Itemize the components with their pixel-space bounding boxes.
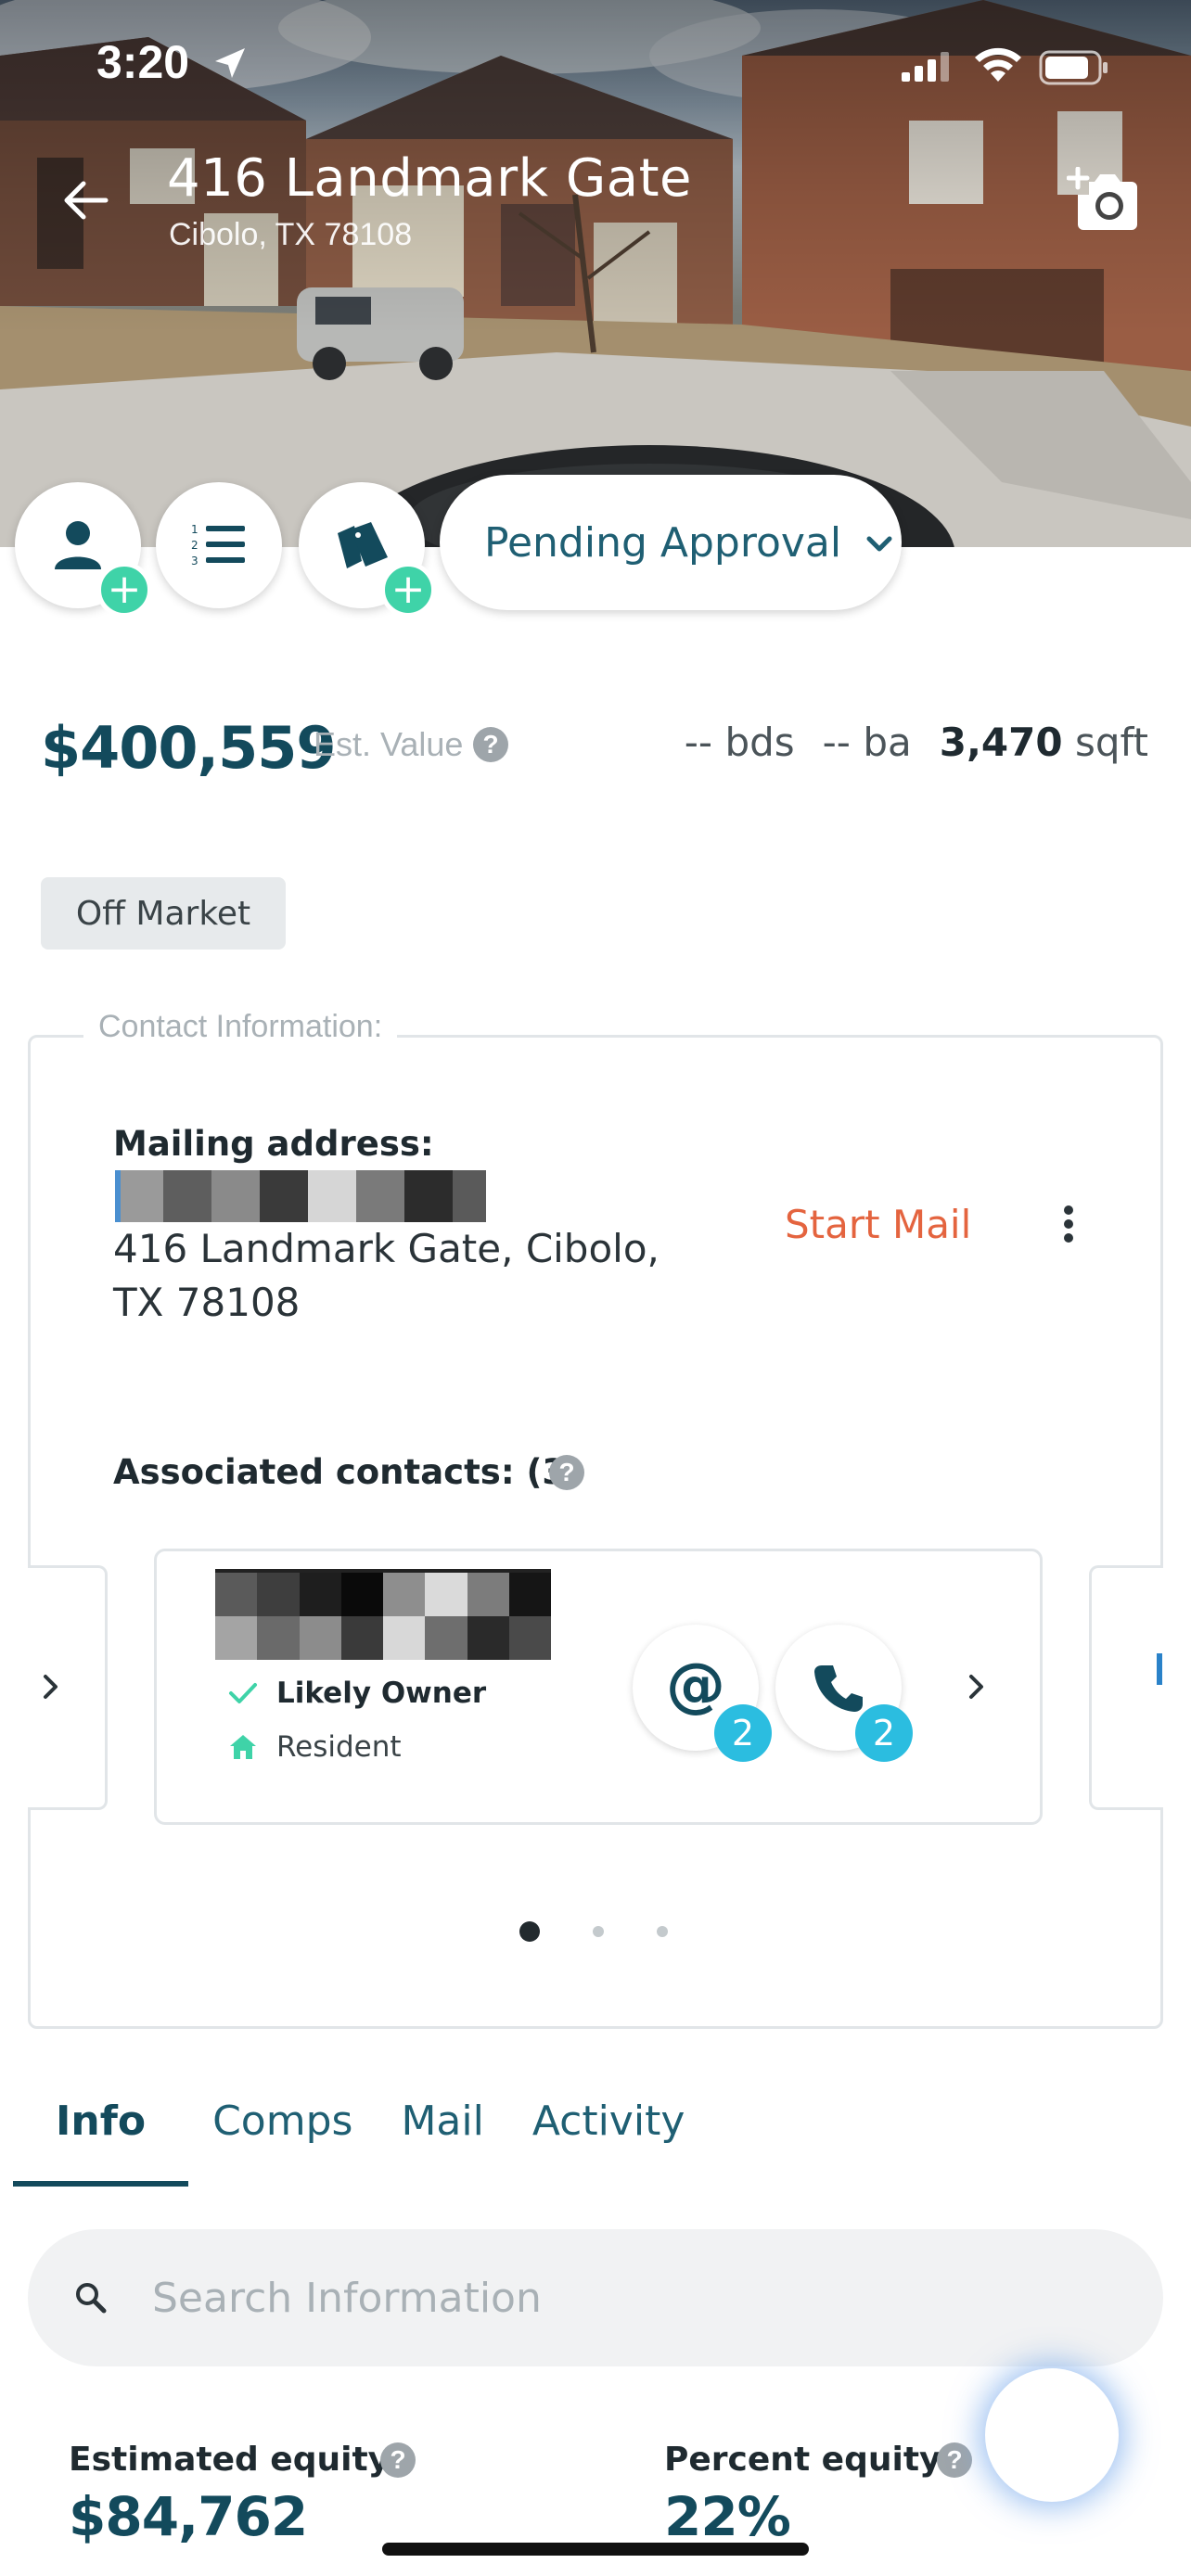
likely-owner-tag: Likely Owner: [228, 1677, 486, 1710]
numbered-list-icon: 1 2 3: [191, 523, 245, 567]
detail-tabs: Info Comps Mail Activity: [13, 2098, 709, 2187]
contact-details-chevron-icon[interactable]: [967, 1673, 987, 1701]
person-icon: [55, 521, 101, 569]
associated-help-icon[interactable]: ?: [549, 1455, 584, 1490]
search-input[interactable]: [152, 2263, 987, 2333]
page-dot-2[interactable]: [593, 1926, 604, 1937]
status-time: 3:20: [96, 36, 190, 88]
task-list-button[interactable]: 1 2 3: [156, 482, 282, 608]
mailing-address-value: 416 Landmark Gate, Cibolo, TX 78108: [113, 1226, 660, 1325]
estimated-equity-value: $84,762: [69, 2485, 308, 2548]
estimated-equity-help-icon[interactable]: ?: [380, 2442, 416, 2478]
floating-action-button[interactable]: [985, 2368, 1119, 2502]
location-arrow-icon: [215, 48, 245, 78]
sqft-value: 3,470: [939, 720, 1063, 765]
cell-signal-icon: [902, 52, 949, 82]
status-bar: 3:20: [0, 0, 1191, 130]
associated-contacts-label: Associated contacts: (3): [113, 1452, 583, 1492]
estimated-value-label: Est. Value: [314, 725, 464, 763]
more-options-icon[interactable]: [1048, 1202, 1089, 1246]
property-specs: -- bds -- ba 3,470 sqft: [657, 720, 1148, 765]
phone-icon: [814, 1665, 863, 1712]
checkmark-icon: [229, 1683, 257, 1703]
arrow-left-icon: [64, 181, 109, 220]
percent-equity-help-icon[interactable]: ?: [937, 2442, 972, 2478]
start-mail-link[interactable]: Start Mail: [785, 1202, 971, 1247]
chevron-down-icon: [866, 536, 892, 552]
likely-owner-label: Likely Owner: [276, 1677, 487, 1710]
baths-value: -- ba: [822, 720, 912, 765]
wifi-icon: [975, 47, 1021, 82]
resident-label: Resident: [276, 1730, 402, 1764]
estimated-value: $400,559: [41, 714, 337, 782]
redacted-contact-name: [215, 1569, 551, 1660]
tab-info[interactable]: Info: [13, 2098, 189, 2187]
percent-equity-value: 22%: [664, 2485, 791, 2548]
resident-tag: Resident: [228, 1730, 402, 1764]
svg-text:1: 1: [191, 523, 198, 536]
sqft-unit: sqft: [1074, 720, 1148, 765]
page-dot-1[interactable]: [519, 1921, 540, 1942]
sqft-group: 3,470 sqft: [940, 720, 1148, 765]
home-indicator[interactable]: [382, 2543, 809, 2556]
tab-comps[interactable]: Comps: [188, 2098, 377, 2187]
svg-text:2: 2: [191, 539, 198, 552]
add-tag-plus-icon[interactable]: +: [380, 562, 436, 618]
lead-status-label: Pending Approval: [484, 518, 842, 567]
home-icon: [230, 1735, 256, 1759]
contact-information-legend: Contact Information:: [83, 1009, 398, 1045]
redacted-name: [115, 1170, 486, 1222]
property-title: 416 Landmark Gate: [167, 148, 692, 209]
next-contact-card[interactable]: [1089, 1565, 1163, 1810]
estimated-equity-label: Estimated equity:: [69, 2441, 403, 2479]
add-photo-button[interactable]: [1066, 166, 1141, 234]
percent-equity-label: Percent equity:: [664, 2441, 954, 2479]
tab-activity[interactable]: Activity: [508, 2098, 710, 2187]
search-icon: [76, 2283, 107, 2314]
add-contact-plus-icon[interactable]: +: [96, 562, 152, 618]
previous-contact-card[interactable]: [28, 1565, 108, 1810]
carousel-pagination: [519, 1921, 721, 1942]
back-button[interactable]: [52, 167, 119, 234]
tab-mail[interactable]: Mail: [377, 2098, 507, 2187]
camera-plus-icon: [1066, 166, 1137, 230]
battery-icon: [1039, 50, 1108, 85]
svg-text:3: 3: [191, 555, 198, 567]
beds-value: -- bds: [684, 720, 795, 765]
page-dot-3[interactable]: [657, 1926, 668, 1937]
email-at-icon: @: [666, 1651, 725, 1720]
phone-count-badge: 2: [855, 1704, 913, 1762]
email-count-badge: 2: [714, 1704, 772, 1762]
help-icon[interactable]: ?: [473, 727, 508, 762]
mailing-address-label: Mailing address:: [113, 1124, 434, 1164]
market-status-badge: Off Market: [41, 877, 286, 950]
property-subtitle: Cibolo, TX 78108: [169, 217, 413, 252]
tags-icon: [338, 522, 388, 568]
lead-status-dropdown[interactable]: Pending Approval: [440, 475, 902, 610]
chevron-right-icon: [44, 1675, 58, 1699]
